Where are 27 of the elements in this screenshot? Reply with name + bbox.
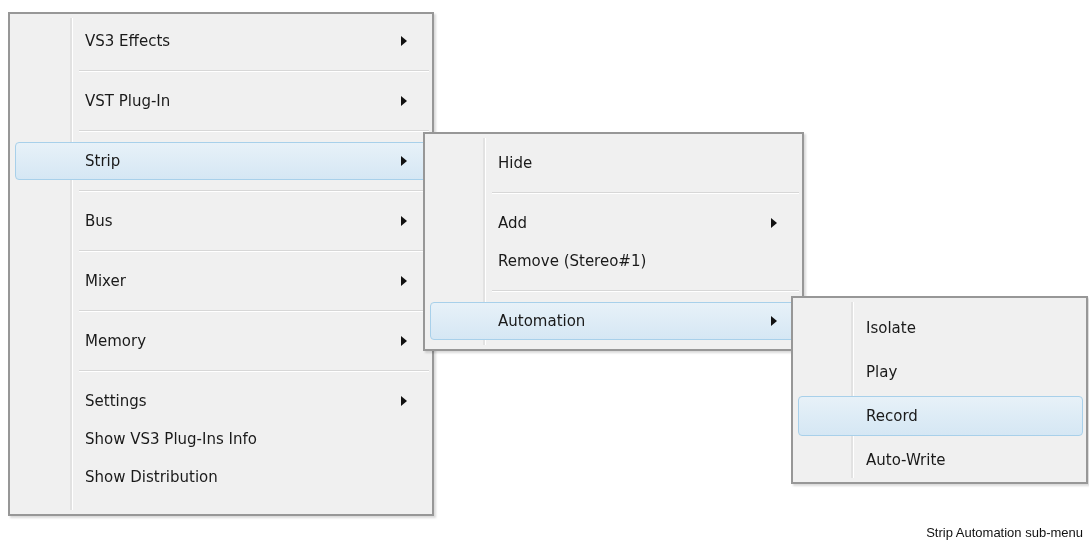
menu-item[interactable]: Memory	[13, 322, 429, 382]
menu-item[interactable]: Auto-Write	[796, 438, 1083, 482]
menu-item[interactable]: VST Plug-In	[13, 82, 429, 142]
submenu-arrow-icon	[401, 216, 407, 226]
submenu-arrow-icon	[401, 96, 407, 106]
submenu-arrow-icon	[401, 276, 407, 286]
submenu-arrow-icon	[401, 36, 407, 46]
menu-item[interactable]: Mixer	[13, 262, 429, 322]
menu-item[interactable]: Show Distribution	[13, 458, 429, 496]
menu-item[interactable]: Bus	[13, 202, 429, 262]
menu-item[interactable]: Remove (Stereo#1)	[428, 242, 799, 302]
menu-item[interactable]: Strip	[13, 142, 429, 202]
menu-item[interactable]: Settings	[13, 382, 429, 420]
submenu-arrow-icon	[401, 336, 407, 346]
menu-item[interactable]: Record	[796, 394, 1083, 438]
menu-item[interactable]: Hide	[428, 144, 799, 204]
menu-item[interactable]: Add	[428, 204, 799, 242]
menu-item[interactable]: Automation	[428, 302, 799, 340]
menu-item[interactable]: VS3 Effects	[13, 22, 429, 82]
submenu-arrow-icon	[401, 396, 407, 406]
submenu-arrow-icon	[771, 218, 777, 228]
submenu-arrow-icon	[771, 316, 777, 326]
submenu-arrow-icon	[401, 156, 407, 166]
menu-item[interactable]: Isolate	[796, 306, 1083, 350]
menu-item[interactable]: Show VS3 Plug-Ins Info	[13, 420, 429, 458]
menu-item[interactable]: Play	[796, 350, 1083, 394]
figure-caption: Strip Automation sub-menu	[926, 525, 1083, 540]
